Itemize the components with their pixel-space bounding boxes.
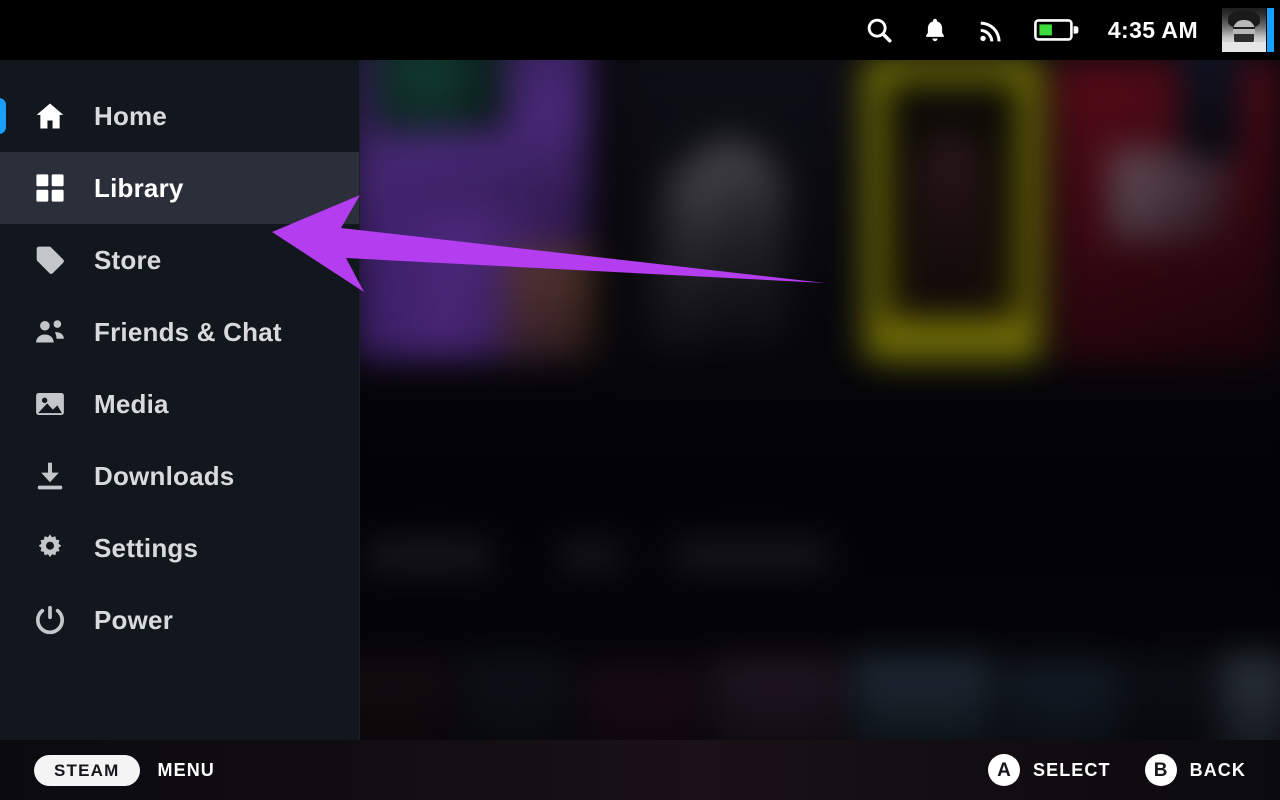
sidebar-item-label: Library <box>94 172 184 203</box>
game-cover-tile <box>582 668 702 740</box>
game-cover-art-figure <box>1110 150 1230 240</box>
sidebar-item-label: Media <box>94 388 169 419</box>
sidebar-item-downloads[interactable]: Downloads <box>0 440 359 512</box>
avatar-image <box>1222 8 1266 52</box>
sidebar-item-store[interactable]: Store <box>0 224 359 296</box>
home-icon <box>30 96 70 136</box>
downloads-icon <box>30 456 70 496</box>
game-cover-tile <box>712 658 842 740</box>
avatar-accent-bar <box>1267 8 1274 52</box>
sidebar-item-label: Power <box>94 604 174 635</box>
game-cover-tile <box>852 656 992 740</box>
store-tag-icon <box>30 240 70 280</box>
bottom-bar-left: STEAM MENU <box>34 754 215 786</box>
game-cover-tile <box>375 60 505 130</box>
background-dark-band <box>360 370 1280 650</box>
game-cover-tile <box>1002 662 1122 740</box>
hint-label: BACK <box>1189 759 1246 780</box>
power-icon <box>30 600 70 640</box>
wifi-signal-icon[interactable] <box>976 15 1006 45</box>
game-cover-tile <box>1132 658 1212 740</box>
game-cover-tile <box>460 656 570 740</box>
sidebar-item-settings[interactable]: Settings <box>0 512 359 584</box>
sidebar-item-friends-chat[interactable]: Friends & Chat <box>0 296 359 368</box>
hint-back[interactable]: B BACK <box>1144 754 1246 786</box>
hint-label: SELECT <box>1032 759 1111 780</box>
sidebar-item-library[interactable]: Library <box>0 152 359 224</box>
menu-label: MENU <box>157 759 215 780</box>
game-cover-art-figure <box>915 135 985 315</box>
media-image-icon <box>30 384 70 424</box>
library-grid-icon <box>30 168 70 208</box>
a-button-icon: A <box>987 754 1020 786</box>
sidebar-item-label: Friends & Chat <box>94 316 282 347</box>
settings-gear-icon <box>30 528 70 568</box>
search-icon[interactable] <box>864 15 894 45</box>
status-bar-clock: 4:35 AM <box>1107 16 1198 43</box>
sidebar-item-media[interactable]: Media <box>0 368 359 440</box>
steam-button[interactable]: STEAM <box>34 754 140 786</box>
game-cover-tile <box>1180 60 1240 160</box>
status-bar-icons <box>864 15 1082 45</box>
blurred-label-chip <box>365 540 493 572</box>
blurred-label-chip <box>672 540 830 570</box>
sidebar-item-label: Settings <box>94 532 199 563</box>
game-cover-tile <box>505 250 595 360</box>
bottom-action-bar: STEAM MENU A SELECT B BACK <box>0 740 1280 800</box>
b-button-icon: B <box>1144 754 1177 786</box>
status-bar: 4:35 AM <box>0 0 1280 60</box>
hint-select[interactable]: A SELECT <box>987 754 1111 786</box>
blurred-library-art <box>360 60 1280 740</box>
sidebar-item-label: Downloads <box>94 460 235 491</box>
friends-icon <box>30 312 70 352</box>
game-cover-tile <box>1220 656 1280 740</box>
library-background <box>360 60 1280 740</box>
sidebar-item-home[interactable]: Home <box>0 80 359 152</box>
navigation-sidebar: Home Library Store Friends & Chat Media … <box>0 60 360 740</box>
sidebar-item-label: Home <box>94 100 168 131</box>
game-cover-tile <box>360 660 450 740</box>
battery-icon[interactable] <box>1032 15 1082 45</box>
blurred-label-chip <box>558 542 624 570</box>
steam-deck-ui-screen: 4:35 AM Home Library Store Friends & Cha… <box>0 0 1280 800</box>
bottom-bar-hints: A SELECT B BACK <box>987 754 1246 786</box>
avatar[interactable] <box>1222 6 1274 54</box>
sidebar-item-power[interactable]: Power <box>0 584 359 656</box>
selection-indicator <box>0 98 6 134</box>
notifications-bell-icon[interactable] <box>920 15 950 45</box>
sidebar-item-label: Store <box>94 244 162 275</box>
